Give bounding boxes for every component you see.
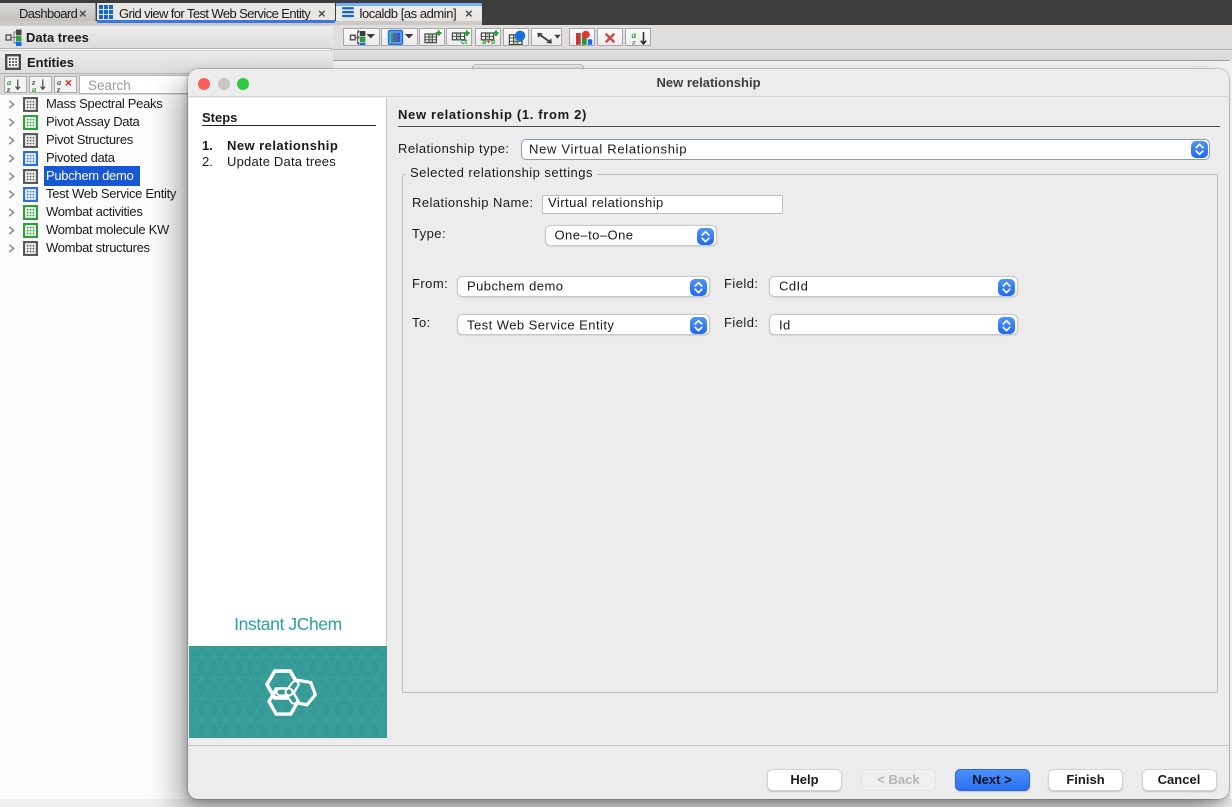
svg-text:ct: ct bbox=[461, 39, 468, 46]
svg-text:z: z bbox=[631, 38, 636, 45]
svg-text:+: + bbox=[486, 39, 490, 46]
svg-text:b: b bbox=[491, 39, 495, 46]
svg-text:a: a bbox=[32, 84, 37, 92]
